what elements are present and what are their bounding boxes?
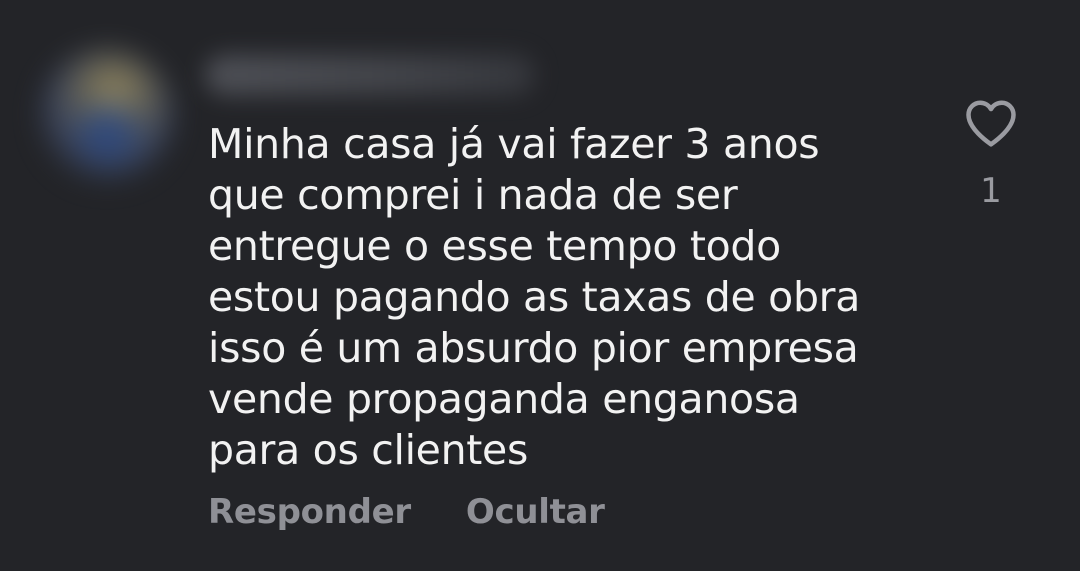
username-blurred[interactable] bbox=[205, 55, 535, 95]
comment-item: Minha casa já vai fazer 3 anos que compr… bbox=[0, 0, 1080, 571]
comment-text: Minha casa já vai fazer 3 anos que compr… bbox=[208, 120, 861, 474]
reply-button[interactable]: Responder bbox=[208, 492, 411, 532]
avatar[interactable] bbox=[42, 50, 172, 180]
comment-actions: Responder Ocultar bbox=[208, 492, 605, 532]
heart-icon[interactable] bbox=[964, 98, 1018, 152]
like-count: 1 bbox=[980, 171, 1002, 211]
like-button[interactable]: 1 bbox=[962, 98, 1020, 208]
hide-button[interactable]: Ocultar bbox=[466, 492, 605, 532]
